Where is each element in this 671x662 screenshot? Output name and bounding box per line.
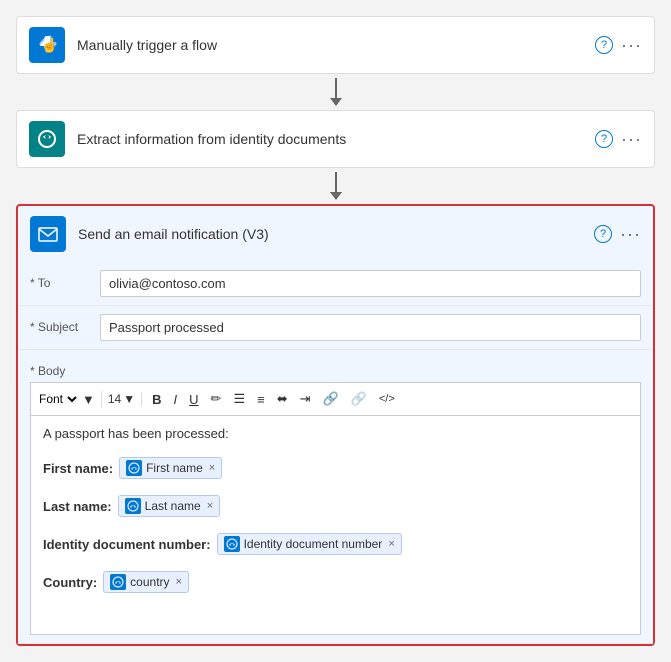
flow-container: ☝ Manually trigger a flow ? ··· Extract … xyxy=(16,16,655,646)
step-extract-card[interactable]: Extract information from identity docume… xyxy=(16,110,655,168)
last-name-token-close[interactable]: × xyxy=(207,500,213,512)
email-help-button[interactable]: ? xyxy=(594,225,612,243)
pen-button[interactable]: ✏ xyxy=(207,389,226,409)
body-country-row: Country: country × xyxy=(43,571,628,593)
align-right-button[interactable]: ⇥ xyxy=(296,389,315,409)
code-button[interactable]: </> xyxy=(375,391,399,407)
step-email-card[interactable]: Send an email notification (V3) ? ··· xyxy=(18,206,653,262)
ordered-list-button[interactable]: ≡ xyxy=(253,390,269,409)
font-select[interactable]: Font xyxy=(35,391,80,407)
font-selector-group: Font ▼ xyxy=(35,391,102,407)
first-name-token-text: First name xyxy=(146,461,203,475)
font-size-dropdown-icon: ▼ xyxy=(123,392,135,406)
first-name-token-close[interactable]: × xyxy=(209,462,215,474)
country-token-close[interactable]: × xyxy=(176,576,182,588)
body-first-name-row: First name: First name xyxy=(43,457,628,479)
email-title: Send an email notification (V3) xyxy=(78,226,594,242)
email-form: * To * Subject * Body Font xyxy=(18,262,653,644)
extract-actions: ? ··· xyxy=(595,129,642,150)
first-name-token[interactable]: First name × xyxy=(119,457,222,479)
svg-text:☝: ☝ xyxy=(41,36,58,54)
body-editor: Font ▼ 14 ▼ B I U ✏ ☰ ≡ xyxy=(30,382,641,635)
id-number-token[interactable]: Identity document number × xyxy=(217,533,402,555)
underline-button[interactable]: U xyxy=(185,390,202,409)
trigger-icon: ☝ xyxy=(29,27,65,63)
last-name-token-icon xyxy=(125,498,141,514)
last-name-token[interactable]: Last name × xyxy=(118,495,220,517)
subject-row: * Subject xyxy=(18,306,653,350)
step-email-wrapper: Send an email notification (V3) ? ··· * … xyxy=(16,204,655,646)
subject-input[interactable] xyxy=(100,314,641,341)
last-name-token-text: Last name xyxy=(145,499,201,513)
first-name-label: First name: xyxy=(43,461,113,476)
body-row: * Body Font ▼ 14 ▼ xyxy=(18,350,653,644)
arrow-2 xyxy=(330,168,342,204)
unordered-list-button[interactable]: ☰ xyxy=(229,389,249,409)
align-left-button[interactable]: ⬌ xyxy=(273,389,292,409)
extract-more-button[interactable]: ··· xyxy=(621,129,642,150)
country-token[interactable]: country × xyxy=(103,571,189,593)
unlink-button[interactable]: 🔗 xyxy=(347,389,371,409)
id-number-label: Identity document number: xyxy=(43,537,211,552)
font-size-group: 14 ▼ xyxy=(108,392,142,406)
bold-button[interactable]: B xyxy=(148,390,165,409)
last-name-label: Last name: xyxy=(43,499,112,514)
email-actions: ? ··· xyxy=(594,224,641,245)
email-more-button[interactable]: ··· xyxy=(620,224,641,245)
font-size-value: 14 xyxy=(108,392,121,406)
extract-help-button[interactable]: ? xyxy=(595,130,613,148)
country-token-icon xyxy=(110,574,126,590)
trigger-actions: ? ··· xyxy=(595,35,642,56)
step-trigger-card[interactable]: ☝ Manually trigger a flow ? ··· xyxy=(16,16,655,74)
arrow-1 xyxy=(330,74,342,110)
body-toolbar: Font ▼ 14 ▼ B I U ✏ ☰ ≡ xyxy=(30,382,641,415)
body-last-name-row: Last name: Last name xyxy=(43,495,628,517)
country-token-text: country xyxy=(130,575,169,589)
id-number-token-text: Identity document number xyxy=(244,537,383,551)
to-label: * To xyxy=(30,270,100,290)
extract-title: Extract information from identity docume… xyxy=(77,131,595,147)
extract-icon xyxy=(29,121,65,157)
trigger-more-button[interactable]: ··· xyxy=(621,35,642,56)
to-row: * To xyxy=(18,262,653,306)
subject-label: * Subject xyxy=(30,314,100,334)
to-input[interactable] xyxy=(100,270,641,297)
body-intro-text: A passport has been processed: xyxy=(43,426,628,441)
link-button[interactable]: 🔗 xyxy=(319,389,343,409)
body-label: * Body xyxy=(30,358,100,382)
trigger-help-button[interactable]: ? xyxy=(595,36,613,54)
email-icon xyxy=(30,216,66,252)
id-number-token-icon xyxy=(224,536,240,552)
id-number-token-close[interactable]: × xyxy=(388,538,394,550)
body-content-area[interactable]: A passport has been processed: First nam… xyxy=(30,415,641,635)
country-label: Country: xyxy=(43,575,97,590)
trigger-title: Manually trigger a flow xyxy=(77,37,595,53)
font-dropdown-icon: ▼ xyxy=(82,392,95,407)
body-id-number-row: Identity document number: Identity xyxy=(43,533,628,555)
first-name-token-icon xyxy=(126,460,142,476)
italic-button[interactable]: I xyxy=(170,390,182,409)
